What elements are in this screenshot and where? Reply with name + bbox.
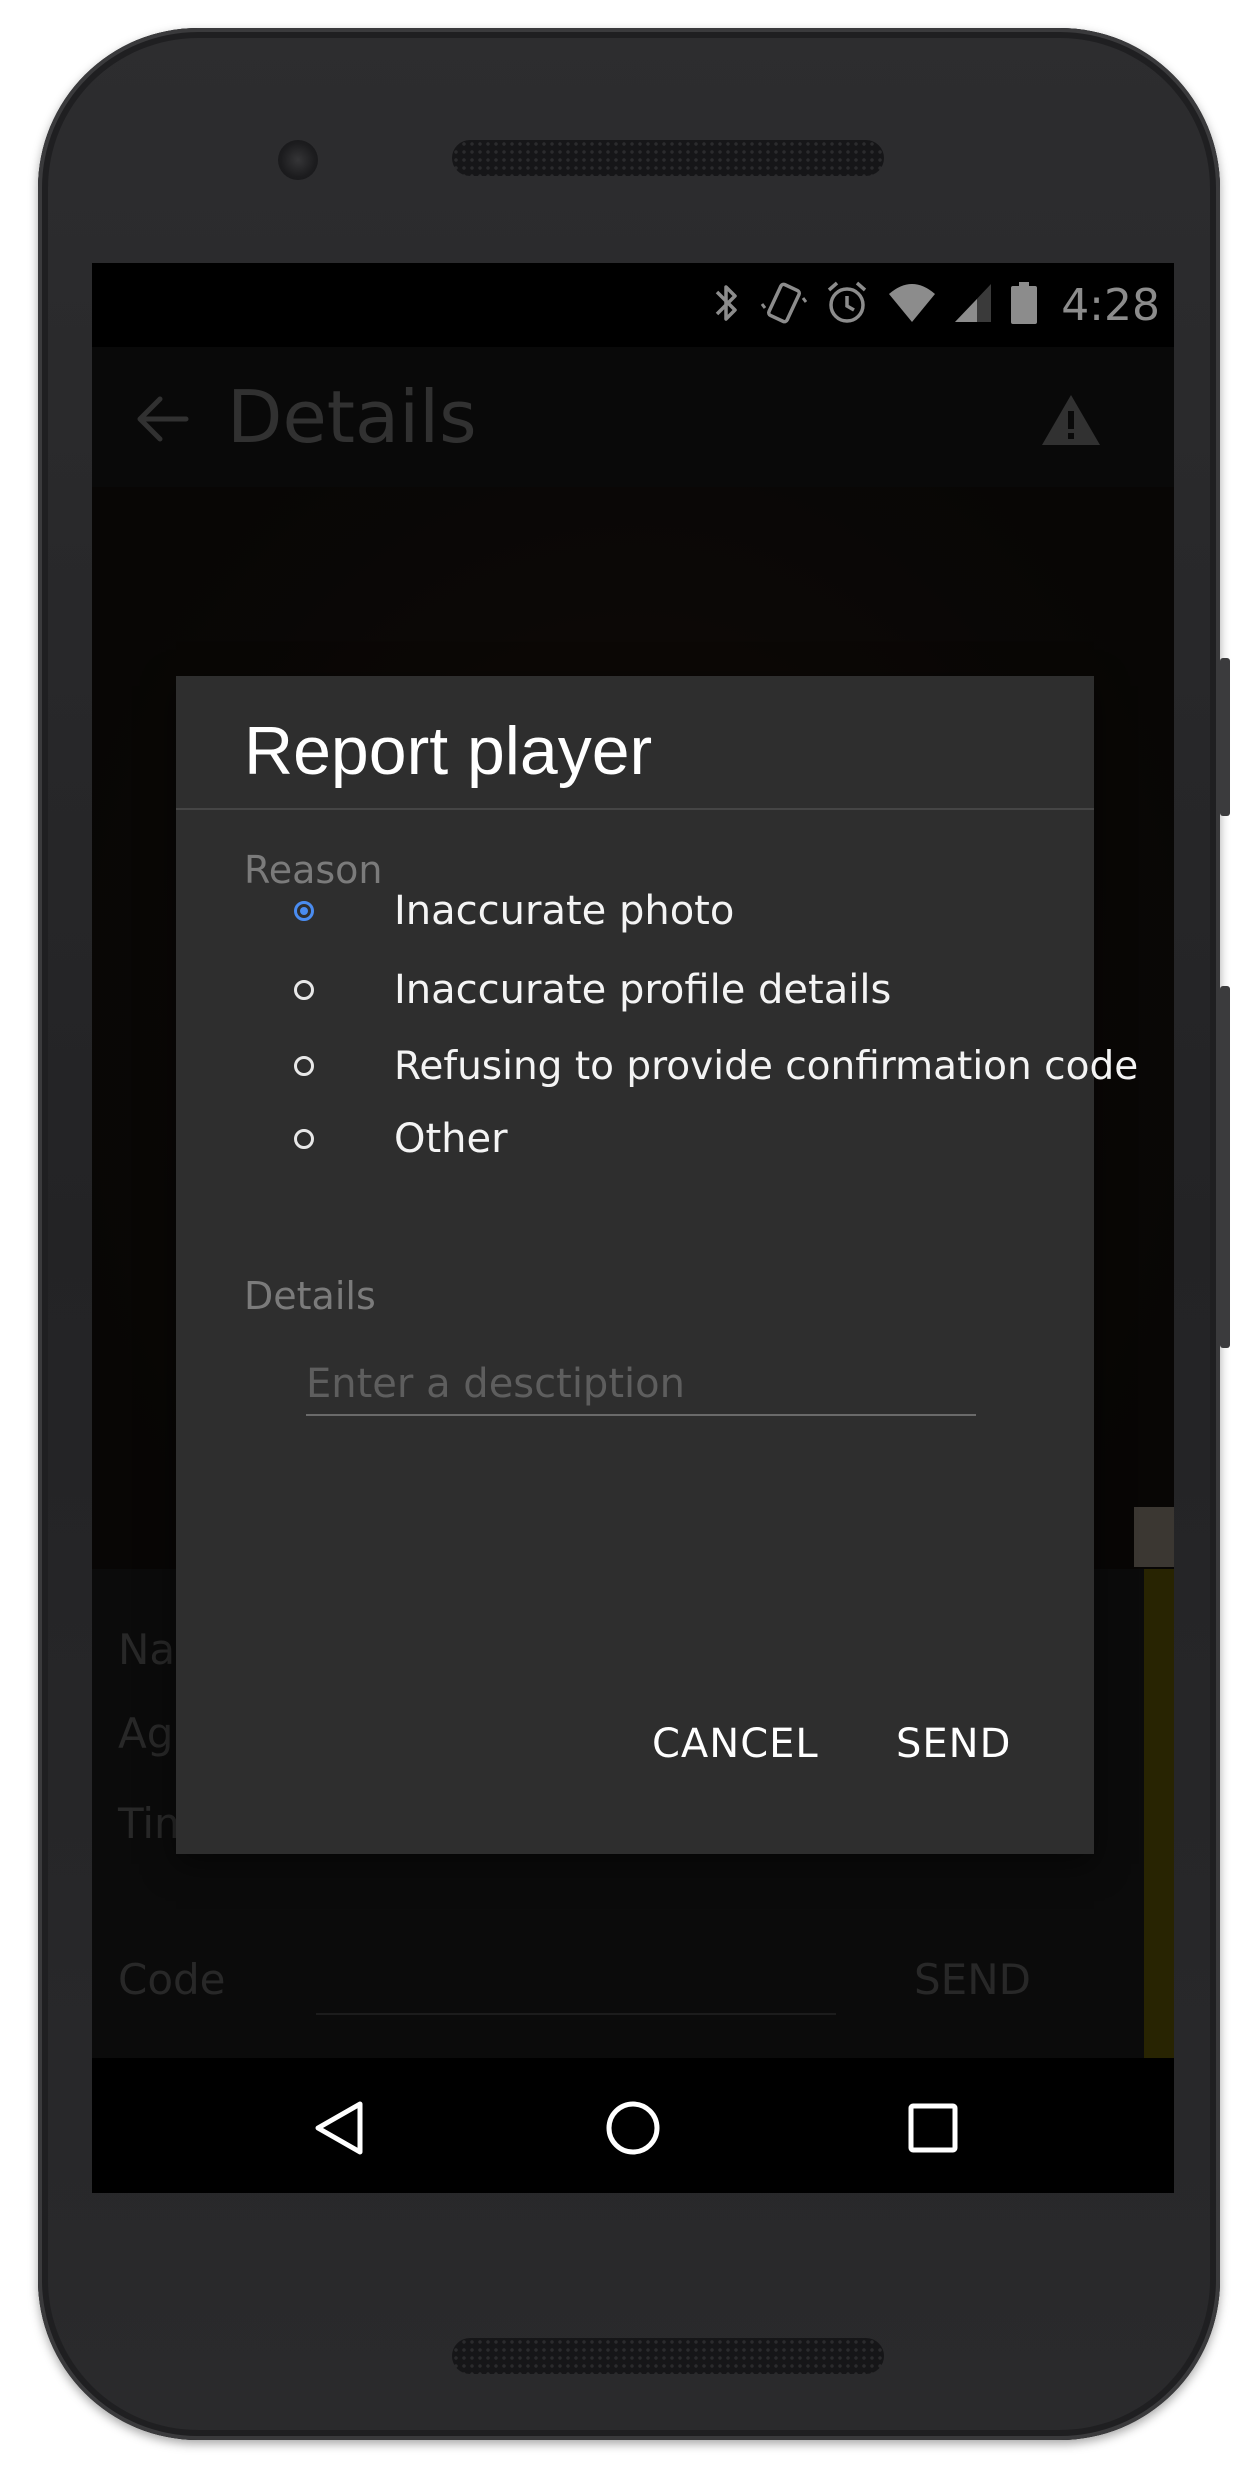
reason-option-label: Refusing to provide confirmation code	[394, 1043, 1139, 1089]
radio-button[interactable]	[294, 980, 314, 1000]
dialog-title: Report player	[244, 713, 653, 789]
radio-button[interactable]	[294, 1129, 314, 1149]
dialog-divider	[176, 808, 1094, 810]
radio-button-selected[interactable]	[294, 901, 314, 921]
bottom-speaker	[452, 2338, 884, 2374]
send-button[interactable]: SEND	[896, 1721, 1011, 1767]
reason-option-inaccurate-photo[interactable]: Inaccurate photo	[294, 881, 734, 941]
navigation-bar	[92, 2058, 1174, 2193]
cancel-button[interactable]: CANCEL	[652, 1721, 819, 1767]
recents-square-icon[interactable]	[893, 2088, 973, 2168]
power-button	[1220, 658, 1230, 816]
volume-button	[1220, 986, 1230, 1348]
reason-option-label: Inaccurate profile details	[394, 967, 892, 1013]
reason-option-inaccurate-profile-details[interactable]: Inaccurate profile details	[294, 960, 891, 1020]
report-player-dialog: Report player Reason Inaccurate photo In…	[176, 676, 1138, 1854]
top-speaker	[452, 140, 884, 176]
description-input[interactable]	[306, 1354, 976, 1416]
home-circle-icon[interactable]	[593, 2088, 673, 2168]
front-camera	[278, 140, 318, 180]
back-triangle-icon[interactable]	[300, 2088, 380, 2168]
reason-option-other[interactable]: Other	[294, 1109, 508, 1169]
reason-option-label: Inaccurate photo	[394, 888, 735, 934]
details-label: Details	[244, 1274, 376, 1318]
reason-option-refusing-code[interactable]: Refusing to provide confirmation code	[294, 1036, 1138, 1096]
reason-option-label: Other	[394, 1116, 508, 1162]
radio-button[interactable]	[294, 1056, 314, 1076]
screen: 4:28 Details Na Ag Tim Sa 2:54 PM Code S…	[92, 263, 1174, 2193]
